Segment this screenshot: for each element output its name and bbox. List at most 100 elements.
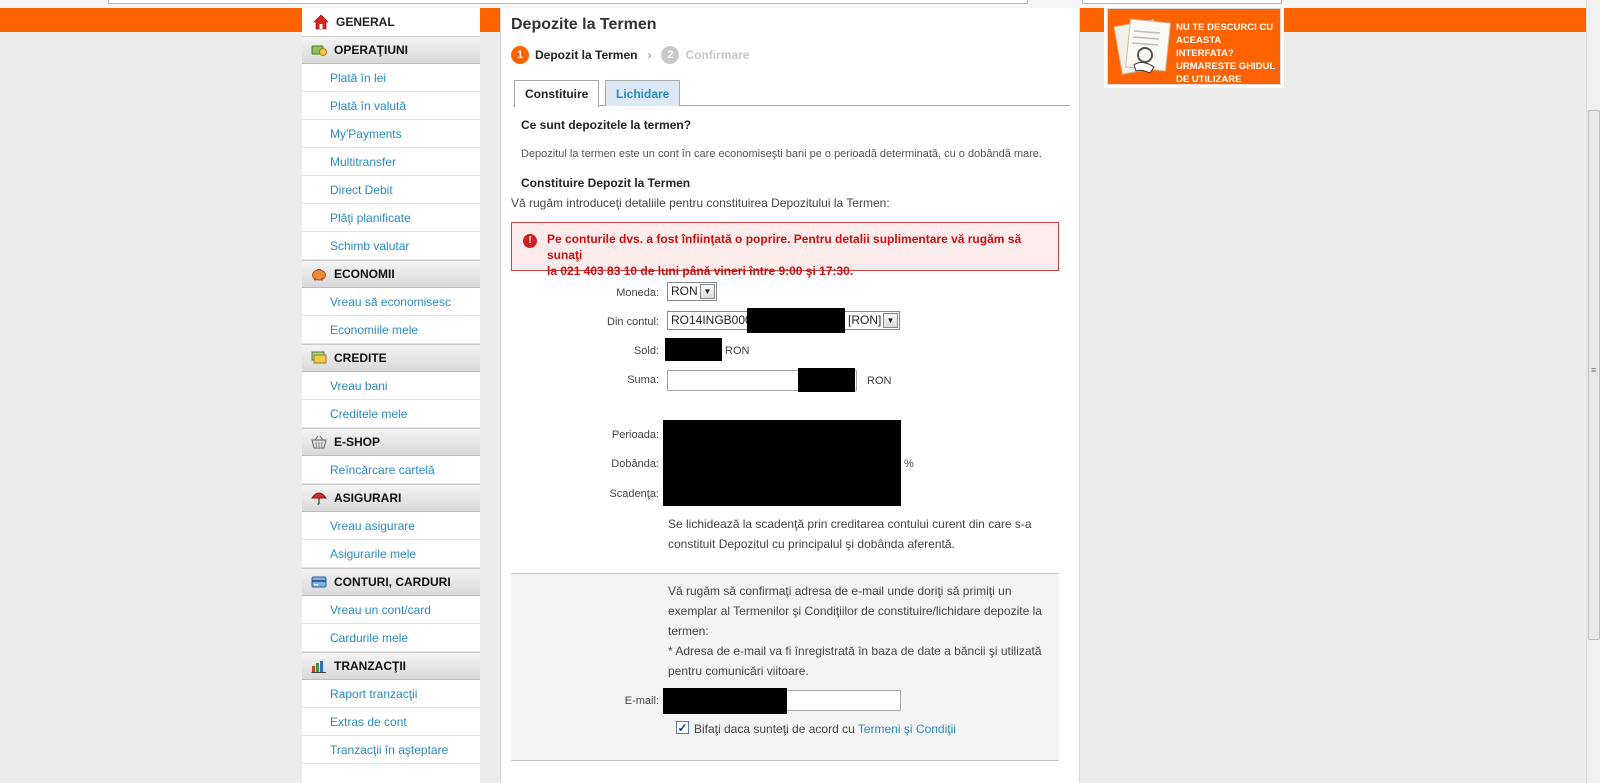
what-heading: Ce sunt depozitele la termen? xyxy=(521,118,692,132)
sidebar-category-4[interactable]: ASIGURARI xyxy=(302,484,480,512)
email-label: E-mail: xyxy=(624,695,659,707)
main-content: Depozite la Termen 1 Depozit la Termen ›… xyxy=(500,8,1080,783)
sidebar-general-label: GENERAL xyxy=(336,15,395,29)
amount-label: Suma: xyxy=(627,374,659,386)
sidebar-item[interactable]: Economiile mele xyxy=(302,316,480,344)
sidebar-menu: GENERAL OPERAŢIUNI Plată în lei Plată în v… xyxy=(302,8,480,783)
terms-agree-text: Bifaţi daca sunteţi de acord cu Termeni … xyxy=(694,722,956,736)
currency-select[interactable]: RON ▼ xyxy=(667,282,717,301)
settlement-line-2: constituit Depozitul cu principalul şi d… xyxy=(668,537,955,551)
amount-unit: RON xyxy=(867,375,892,387)
user-guide-text: NU TE DESCURCI CU ACEASTA INTERFATA? URM… xyxy=(1176,21,1281,86)
sidebar-general[interactable]: GENERAL xyxy=(302,8,480,36)
tab-constituire[interactable]: Constituire xyxy=(514,80,600,107)
page-scrollbar[interactable]: ≡ xyxy=(1586,0,1600,783)
sidebar-category-5[interactable]: CONTURI, CARDURI xyxy=(302,568,480,596)
sidebar-category-label: CREDITE xyxy=(334,351,387,365)
currency-value: RON xyxy=(671,284,698,298)
sidebar-item[interactable]: Tranzacţii în aşteptare xyxy=(302,736,480,764)
scrollbar-thumb[interactable]: ≡ xyxy=(1588,110,1600,640)
sidebar-category-label: TRANZACŢII xyxy=(334,659,406,673)
sidebar-item[interactable]: Extras de cont xyxy=(302,708,480,736)
sidebar-item[interactable]: Creditele mele xyxy=(302,400,480,428)
step-2-number: 2 xyxy=(661,46,680,64)
step-arrow-icon: › xyxy=(647,48,652,62)
sidebar-item[interactable]: Vreau bani xyxy=(302,372,480,400)
email-line-4: * Adresa de e-mail va fi înregistrată în… xyxy=(668,644,1042,658)
sidebar-category-0[interactable]: OPERAŢIUNI xyxy=(302,36,480,64)
currency-label: Moneda: xyxy=(616,287,659,299)
alert-line-2: la 021 403 83 10 de luni până vineri înt… xyxy=(547,264,854,278)
interest-label: Dobânda: xyxy=(611,458,659,470)
account-prefix: RO14INGB000 xyxy=(671,313,752,327)
settlement-line-1: Se lichidează la scadenţă prin creditare… xyxy=(668,517,1032,531)
maturity-label: Scadenţa: xyxy=(609,488,659,500)
umbrella-icon xyxy=(310,490,328,506)
account-suffix: [RON] xyxy=(848,313,882,327)
sidebar-item[interactable]: Reîncărcare cartelă xyxy=(302,456,480,484)
sidebar-item[interactable]: Asigurarile mele xyxy=(302,540,480,568)
agree-text: Bifaţi daca sunteţi de acord cu xyxy=(694,722,858,736)
tab-bar: Constituire Lichidare xyxy=(513,80,1070,107)
sidebar-category-3[interactable]: E-SHOP xyxy=(302,428,480,456)
home-icon xyxy=(312,14,330,30)
step-1-number: 1 xyxy=(511,46,529,64)
balance-unit: RON xyxy=(725,345,750,357)
card-icon xyxy=(310,574,328,590)
alert-line-1: Pe conturile dvs. a fost înfiinţată o po… xyxy=(547,232,1022,262)
step-2: 2 Confirmare xyxy=(661,46,749,64)
sidebar-item[interactable]: Schimb valutar xyxy=(302,232,480,260)
sidebar-category-label: ASIGURARI xyxy=(334,491,402,505)
tab-lichidare[interactable]: Lichidare xyxy=(605,80,681,106)
sidebar-item[interactable]: Plată în valută xyxy=(302,92,480,120)
sidebar-item[interactable]: My'Payments xyxy=(302,120,480,148)
promo-line-1: NU TE DESCURCI CU xyxy=(1176,22,1274,33)
chart-icon xyxy=(310,658,328,674)
terms-checkbox[interactable]: ✓ xyxy=(676,721,689,734)
sidebar-item[interactable]: Plăţi planificate xyxy=(302,204,480,232)
terms-link[interactable]: Termeni şi Condiţii xyxy=(858,722,956,736)
email-line-1: Vă rugăm să confirmaţi adresa de e-mail … xyxy=(668,584,1012,598)
sidebar-category-label: ECONOMII xyxy=(334,267,395,281)
basket-icon xyxy=(310,434,328,450)
redacted-account xyxy=(747,308,845,333)
garnishment-alert: ! Pe conturile dvs. a fost înfiinţată o … xyxy=(511,222,1059,278)
error-icon: ! xyxy=(523,234,537,248)
email-instructions: Vă rugăm să confirmaţi adresa de e-mail … xyxy=(668,581,1042,681)
sidebar-item[interactable]: Multitransfer xyxy=(302,148,480,176)
account-label: Din contul: xyxy=(607,316,659,328)
percent-sign: % xyxy=(904,458,914,470)
promo-line-3: URMARESTE GHIDUL xyxy=(1176,61,1276,72)
sidebar-item[interactable]: Vreau asigurare xyxy=(302,512,480,540)
top-field-right xyxy=(1082,0,1282,4)
step-1: 1 Depozit la Termen xyxy=(511,46,637,64)
user-guide-banner[interactable]: NU TE DESCURCI CU ACEASTA INTERFATA? URM… xyxy=(1104,5,1284,88)
form-intro: Vă rugăm introduceţi detaliile pentru co… xyxy=(511,196,890,210)
redacted-deposit-terms xyxy=(663,420,901,506)
sidebar-category-6[interactable]: TRANZACŢII xyxy=(302,652,480,680)
sidebar-item[interactable]: Plată în lei xyxy=(302,64,480,92)
what-text: Depozitul la termen este un cont în care… xyxy=(521,148,1042,160)
money-icon xyxy=(310,350,328,366)
email-line-2: exemplar al Termenilor şi Condiţiilor de… xyxy=(668,604,1042,618)
promo-line-2: ACEASTA INTERFATA? xyxy=(1176,35,1234,59)
email-line-5: pentru comunicări viitoare. xyxy=(668,664,809,678)
operations-icon xyxy=(310,42,328,58)
form-heading: Constituire Depozit la Termen xyxy=(521,176,691,190)
sidebar-category-2[interactable]: CREDITE xyxy=(302,344,480,372)
sidebar-item[interactable]: Cardurile mele xyxy=(302,624,480,652)
sidebar-item[interactable]: Raport tranzacţii xyxy=(302,680,480,708)
user-guide-illustration-icon xyxy=(1113,15,1174,77)
piggy-bank-icon xyxy=(310,266,328,282)
sidebar-category-1[interactable]: ECONOMII xyxy=(302,260,480,288)
balance-label: Sold: xyxy=(633,345,659,357)
chevron-down-icon: ▼ xyxy=(700,284,715,299)
sidebar-item[interactable]: Direct Debit xyxy=(302,176,480,204)
step-1-label: Depozit la Termen xyxy=(535,48,638,62)
sidebar-item[interactable]: Vreau să economisesc xyxy=(302,288,480,316)
settlement-note: Se lichidează la scadenţă prin creditare… xyxy=(668,514,1032,554)
period-label: Perioada: xyxy=(611,429,659,441)
sidebar-item[interactable]: Vreau un cont/card xyxy=(302,596,480,624)
sidebar-category-label: CONTURI, CARDURI xyxy=(334,575,451,589)
sidebar-category-label: E-SHOP xyxy=(334,435,381,449)
